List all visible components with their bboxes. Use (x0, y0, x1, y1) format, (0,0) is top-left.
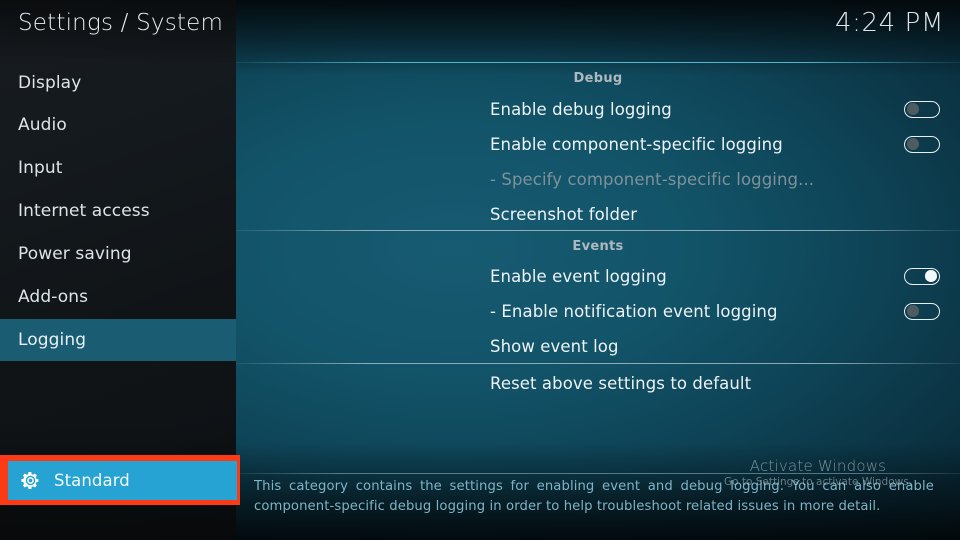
sidebar-item-label: Display (18, 73, 82, 93)
sidebar-item-label: Power saving (18, 244, 132, 264)
sidebar-item-label: Internet access (18, 201, 150, 221)
description-divider (240, 473, 960, 474)
kodi-settings-screen: Settings / System 4:24 PM Display Audio … (0, 0, 960, 540)
setting-label: Enable event logging (490, 267, 667, 286)
description-text: This category contains the settings for … (254, 477, 934, 517)
category-sidebar[interactable]: Display Audio Input Internet access Powe… (0, 62, 236, 450)
toggle-knob (907, 103, 919, 115)
group-title-events: Events (572, 239, 624, 254)
clock: 4:24 PM (835, 8, 944, 38)
toggle-enable-notification-event-logging[interactable] (904, 303, 940, 320)
window-header: Settings / System 4:24 PM (0, 0, 960, 62)
sidebar-item-display[interactable]: Display (0, 62, 236, 104)
sidebar-item-label: Logging (18, 330, 87, 350)
group-divider-events-reset (236, 363, 960, 364)
setting-label: Enable component-specific logging (490, 135, 783, 154)
sidebar-item-input[interactable]: Input (0, 147, 236, 189)
sidebar-item-power-saving[interactable]: Power saving (0, 233, 236, 275)
toggle-enable-component-specific-logging[interactable] (904, 136, 940, 153)
setting-label: Show event log (490, 337, 619, 356)
toggle-knob (925, 270, 937, 282)
toggle-enable-debug-logging[interactable] (904, 101, 940, 118)
sidebar-item-label: Add-ons (18, 287, 89, 307)
sidebar-item-logging[interactable]: Logging (0, 319, 236, 361)
setting-label: - Specify component-specific logging... (490, 170, 815, 189)
group-title-debug: Debug (573, 71, 623, 86)
sidebar-item-label: Audio (18, 115, 67, 135)
gear-icon (21, 472, 39, 489)
setting-label: - Enable notification event logging (490, 302, 778, 321)
group-divider-debug-events (236, 230, 960, 231)
page-title: Settings / System (18, 10, 224, 36)
description-line-1: This category contains the settings for … (254, 479, 934, 494)
toggle-knob (907, 138, 919, 150)
setting-label: Enable debug logging (490, 100, 672, 119)
setting-row-enable-notification-event-logging[interactable]: - Enable notification event logging (236, 294, 960, 329)
setting-label: Screenshot folder (490, 205, 638, 224)
sidebar-item-add-ons[interactable]: Add-ons (0, 276, 236, 318)
settings-level-label: Standard (54, 471, 130, 490)
toggle-knob (907, 305, 919, 317)
sidebar-item-internet-access[interactable]: Internet access (0, 190, 236, 232)
sidebar-item-audio[interactable]: Audio (0, 104, 236, 146)
setting-row-enable-event-logging[interactable]: Enable event logging (236, 259, 960, 294)
toggle-enable-event-logging[interactable] (904, 268, 940, 285)
sidebar-item-label: Input (18, 158, 63, 178)
description-line-2: component-specific debug logging in orde… (254, 499, 881, 514)
setting-row-enable-debug-logging[interactable]: Enable debug logging (236, 92, 960, 127)
setting-row-show-event-log[interactable]: Show event log (236, 329, 960, 364)
setting-label: Reset above settings to default (490, 374, 752, 393)
settings-level-button[interactable]: Standard (8, 461, 237, 500)
setting-row-specify-component-specific-logging: - Specify component-specific logging... (236, 162, 960, 197)
setting-row-screenshot-folder[interactable]: Screenshot folder (236, 197, 960, 232)
setting-row-enable-component-specific-logging[interactable]: Enable component-specific logging (236, 127, 960, 162)
setting-row-reset-above-settings[interactable]: Reset above settings to default (236, 366, 960, 401)
